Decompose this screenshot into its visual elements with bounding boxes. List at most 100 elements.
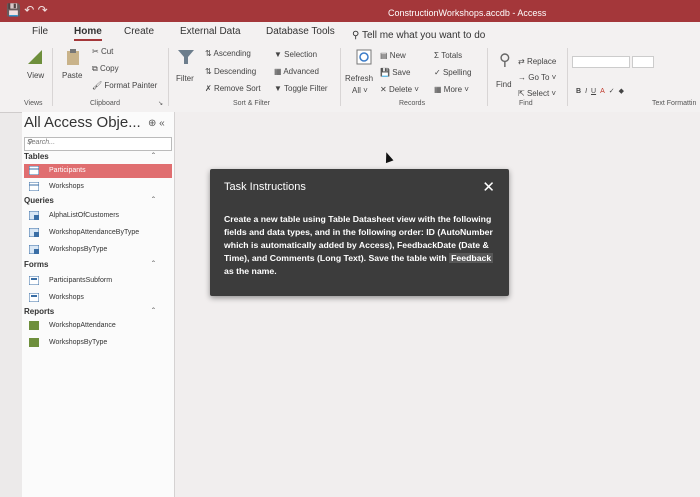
report-icon (29, 338, 39, 347)
ribbon-tabs: File Home Create External Data Database … (0, 22, 700, 44)
tab-database-tools[interactable]: Database Tools (266, 26, 335, 37)
find-button[interactable]: Find (496, 80, 512, 89)
sort-desc-icon: ⇅ (205, 67, 212, 76)
highlight-icon[interactable]: ✓ (609, 87, 615, 95)
collapse-icon: ˆ (152, 307, 155, 316)
views-group-label: Views (24, 100, 43, 107)
select-button[interactable]: ⇱ Select ˅ (518, 89, 556, 98)
advanced-button[interactable]: ▦ Advanced (274, 67, 319, 76)
ribbon: View Views Paste ✂ Cut ⧉ Copy 🖌 Format P… (0, 44, 700, 113)
toggle-filter-icon: ▼ (274, 84, 282, 93)
nav-item-bytype-query[interactable]: WorkshopsByType (24, 243, 172, 257)
sigma-icon: Σ (434, 51, 439, 60)
selection-filter-icon: ▼ (274, 50, 282, 59)
quick-access-toolbar[interactable]: 💾 ↶ ↷ (6, 3, 48, 17)
fill-color-icon[interactable]: ◆ (619, 87, 624, 95)
filter-icon[interactable] (177, 48, 195, 66)
dialog-launcher-icon[interactable]: ↘ (158, 100, 163, 107)
tab-home[interactable]: Home (74, 26, 102, 41)
bold-icon[interactable]: B (576, 88, 581, 95)
nav-item-participants[interactable]: Participants (24, 164, 172, 178)
refresh-icon[interactable] (355, 48, 373, 66)
window-title: ConstructionWorkshops.accdb - Access (388, 8, 547, 18)
tab-file[interactable]: File (32, 26, 48, 37)
copy-button[interactable]: ⧉ Copy (92, 64, 119, 74)
delete-icon: ✕ (380, 85, 387, 94)
collapse-icon: ˆ (152, 152, 155, 161)
nav-item-workshops-table[interactable]: Workshops (24, 180, 172, 194)
divider (168, 48, 169, 106)
filter-button[interactable]: Filter (176, 74, 194, 83)
replace-button[interactable]: ⇄ Replace (518, 57, 556, 66)
text-format-buttons: B I U A ✓ ◆ (576, 80, 628, 98)
task-heading: Task Instructions (224, 181, 306, 193)
nav-item-attendance-query[interactable]: WorkshopAttendanceByType (24, 226, 172, 240)
ascending-button[interactable]: ⇅ Ascending (205, 49, 251, 58)
find-icon[interactable]: ⚲ (499, 50, 511, 70)
nav-item-workshops-form[interactable]: Workshops (24, 291, 172, 305)
nav-item-alphalist[interactable]: AlphaListOfCustomers (24, 209, 172, 223)
underline-icon[interactable]: U (591, 88, 596, 95)
save-record-button[interactable]: 💾 Save (380, 68, 410, 77)
toggle-filter-button[interactable]: ▼ Toggle Filter (274, 84, 328, 93)
refresh-all-button[interactable]: Refresh (345, 74, 373, 83)
nav-section-queries[interactable]: Queries ˆ (24, 196, 155, 205)
lightbulb-icon: ⚲ (352, 30, 360, 41)
title-bar: 💾 ↶ ↷ ConstructionWorkshops.accdb - Acce… (0, 0, 700, 22)
new-record-button[interactable]: ▤ New (380, 51, 406, 60)
tell-me-box[interactable]: ⚲ Tell me what you want to do (352, 30, 485, 41)
spelling-check-icon: ✓ (434, 68, 441, 77)
nav-item-bytype-report[interactable]: WorkshopsByType (24, 336, 172, 350)
more-button[interactable]: ▦ More ˅ (434, 85, 469, 94)
table-icon (29, 166, 39, 175)
font-color-icon[interactable]: A (600, 88, 605, 95)
query-icon (29, 228, 39, 237)
totals-button[interactable]: Σ Totals (434, 51, 462, 60)
scissors-icon: ✂ (92, 47, 99, 56)
table-name-highlight: Feedback (449, 253, 494, 263)
report-icon (29, 321, 39, 330)
sort-filter-group-label: Sort & Filter (233, 100, 270, 107)
view-icon[interactable] (26, 48, 44, 66)
font-name-box[interactable] (572, 56, 630, 68)
font-size-box[interactable] (632, 56, 654, 68)
nav-section-forms[interactable]: Forms ˆ (24, 260, 155, 269)
find-group-label: Find (519, 100, 533, 107)
italic-icon[interactable]: I (585, 88, 587, 95)
divider (487, 48, 488, 106)
close-icon[interactable]: ✕ (482, 178, 495, 196)
spelling-button[interactable]: ✓ Spelling (434, 68, 471, 77)
collapse-icon: ˆ (152, 196, 155, 205)
nav-pane-menu-icon[interactable]: ⊕ « (148, 118, 165, 129)
nav-section-tables[interactable]: Tables ˆ (24, 152, 155, 161)
replace-icon: ⇄ (518, 57, 525, 66)
search-icon: ⚲ (27, 139, 33, 146)
nav-search-input[interactable]: Search... ⚲ (24, 137, 172, 151)
delete-record-button[interactable]: ✕ Delete ˅ (380, 85, 419, 94)
goto-button[interactable]: → Go To ˅ (518, 73, 556, 82)
cut-button[interactable]: ✂ Cut (92, 47, 113, 56)
tab-create[interactable]: Create (124, 26, 154, 37)
paste-icon[interactable] (64, 48, 82, 66)
query-icon (29, 245, 39, 254)
nav-item-subform[interactable]: ParticipantsSubform (24, 274, 172, 288)
new-record-icon: ▤ (380, 51, 388, 60)
task-instructions-panel: Task Instructions ✕ Create a new table u… (210, 169, 509, 296)
divider (567, 48, 568, 106)
tab-external-data[interactable]: External Data (180, 26, 241, 37)
nav-section-reports[interactable]: Reports ˆ (24, 307, 155, 316)
view-button[interactable]: View (27, 71, 44, 80)
format-painter-button[interactable]: 🖌 Format Painter (92, 81, 157, 90)
arrow-right-icon: → (518, 73, 526, 82)
selection-button[interactable]: ▼ Selection (274, 50, 317, 59)
table-icon (29, 182, 39, 191)
paste-button[interactable]: Paste (62, 71, 82, 80)
select-icon: ⇱ (518, 89, 525, 98)
nav-item-attendance-report[interactable]: WorkshopAttendance (24, 319, 172, 333)
divider (52, 48, 53, 106)
form-icon (29, 276, 39, 285)
remove-sort-button[interactable]: ✗ Remove Sort (205, 84, 261, 93)
clipboard-group-label: Clipboard (90, 100, 120, 107)
descending-button[interactable]: ⇅ Descending (205, 67, 256, 76)
nav-pane-title[interactable]: All Access Obje... (24, 114, 141, 131)
